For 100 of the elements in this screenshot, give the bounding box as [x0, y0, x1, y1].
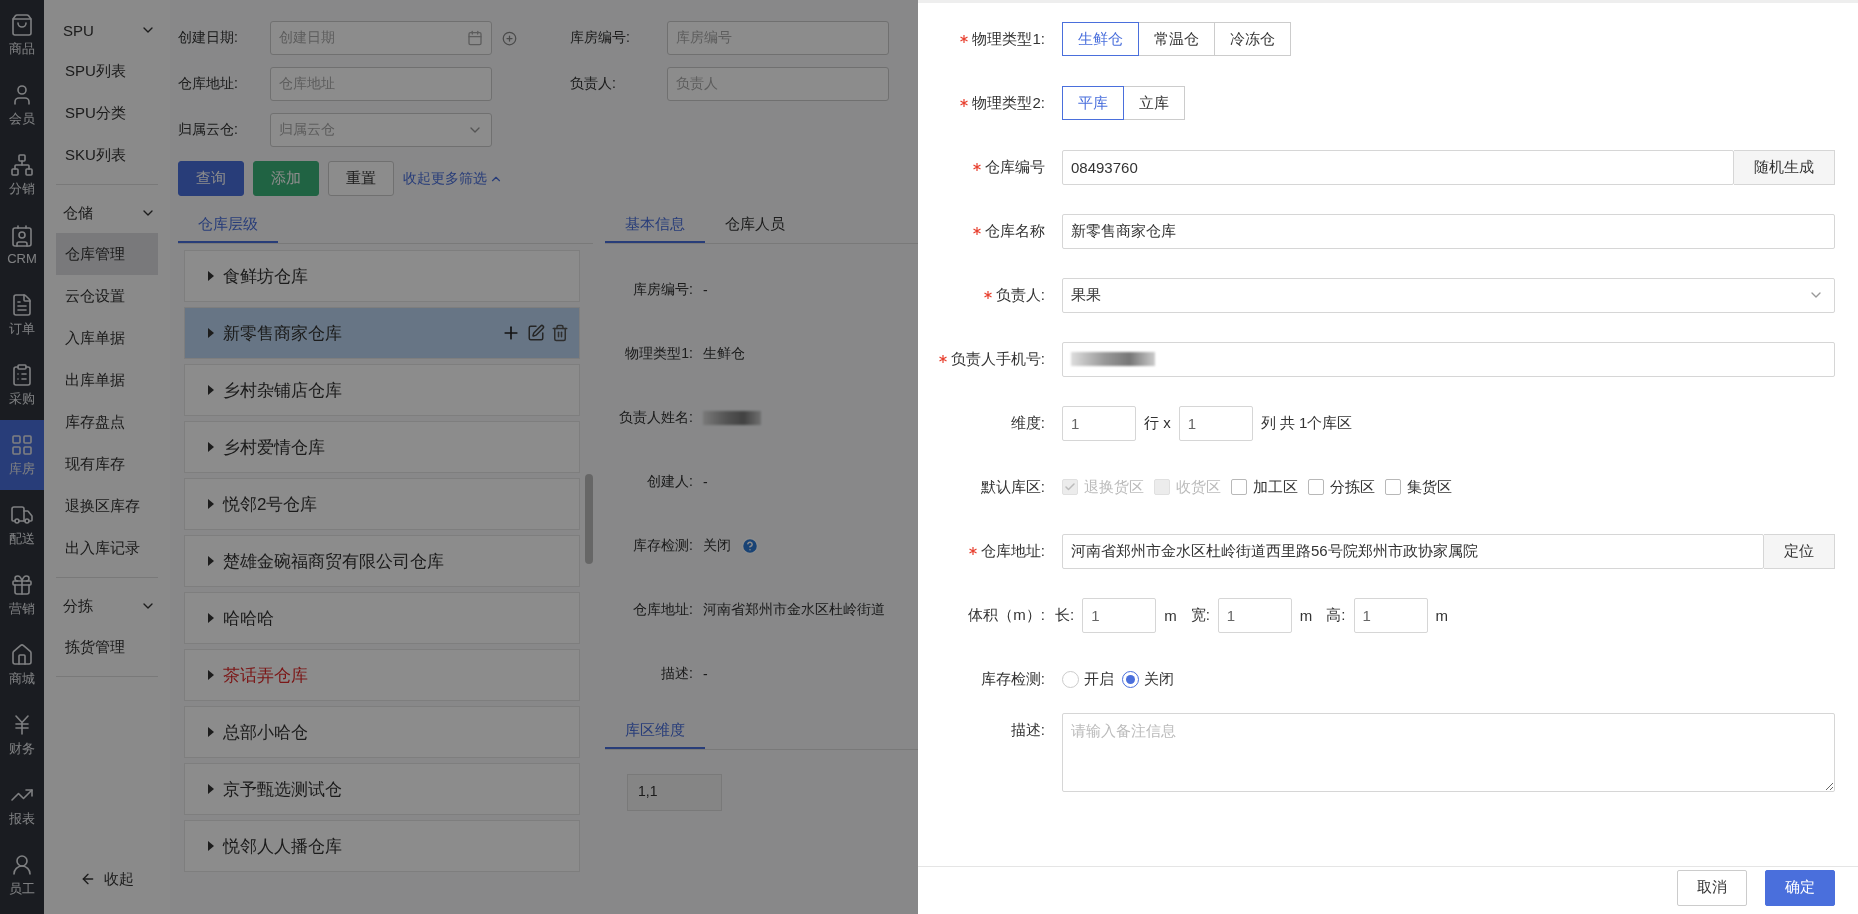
field-label: 描述:: [1010, 721, 1045, 740]
submenu-item[interactable]: 仓库管理: [56, 233, 158, 275]
confirm-button[interactable]: 确定: [1765, 869, 1835, 906]
submenu-item[interactable]: 现有库存: [56, 443, 158, 485]
text-input[interactable]: 河南省郑州市金水区杜岭街道西里路56号院郑州市政协家属院: [1062, 533, 1764, 569]
menu-group-title: SPU: [63, 21, 94, 39]
number-input[interactable]: 1: [1062, 405, 1136, 441]
text-input[interactable]: 08493760: [1062, 149, 1734, 185]
submenu-item[interactable]: 云仓设置: [56, 275, 158, 317]
field-label: 体积（m）:: [968, 605, 1045, 625]
tab[interactable]: 基本信息: [605, 208, 705, 243]
caret-right-icon: [207, 669, 215, 681]
cancel-button[interactable]: 取消: [1677, 869, 1747, 906]
submenu-item[interactable]: 退换区库存: [56, 485, 158, 527]
filter-button[interactable]: 查询: [178, 161, 244, 196]
segment-option[interactable]: 平库: [1062, 86, 1124, 120]
submenu-item[interactable]: SKU列表: [56, 134, 158, 176]
menu-group-header[interactable]: 分拣: [56, 586, 158, 626]
gift-icon: [10, 572, 34, 597]
toggle-filters-link[interactable]: 收起更多筛选: [403, 169, 503, 188]
checkbox[interactable]: [1231, 479, 1247, 495]
tab[interactable]: 仓库层级: [178, 208, 278, 243]
submenu-item[interactable]: SPU列表: [56, 50, 158, 92]
addon-button[interactable]: 随机生成: [1734, 149, 1835, 185]
nav-label: 订单: [9, 319, 35, 338]
tree-item[interactable]: 新零售商家仓库: [184, 307, 580, 359]
nav-rail-item[interactable]: CRM: [0, 210, 44, 280]
delete-icon[interactable]: [551, 324, 569, 342]
check-icon: [1064, 481, 1076, 493]
tree-item[interactable]: 悦邻人人播仓库: [184, 820, 580, 872]
clipboard-icon: [10, 362, 34, 387]
nav-rail-item[interactable]: 报表: [0, 770, 44, 840]
field-label: 仓库编号: [985, 157, 1045, 177]
tree-item-label: 食鲜坊仓库: [223, 267, 309, 285]
nav-rail-item[interactable]: 采购: [0, 350, 44, 420]
nav-rail-item[interactable]: 配送: [0, 490, 44, 560]
nav-label: 财务: [9, 739, 35, 758]
field-label: 物理类型1:: [972, 29, 1045, 49]
grid-icon: [10, 432, 34, 457]
tab[interactable]: 库区维度: [605, 714, 705, 749]
nav-rail-item[interactable]: 营销: [0, 560, 44, 630]
tree-item[interactable]: 茶话弄仓库: [184, 649, 580, 701]
collapse-button[interactable]: 收起: [44, 844, 170, 914]
edit-icon[interactable]: [527, 324, 545, 342]
nav-label: 营销: [9, 599, 35, 618]
checkbox-label: 收货区: [1176, 477, 1221, 497]
checkbox[interactable]: [1385, 479, 1401, 495]
field-label: 负责人:: [995, 285, 1045, 305]
help-icon[interactable]: [741, 537, 759, 555]
detail-value: 河南省郑州市金水区杜岭街道: [703, 601, 885, 619]
submenu-item[interactable]: 入库单据: [56, 317, 158, 359]
segment-option[interactable]: 生鲜仓: [1062, 22, 1139, 56]
circle-plus-icon[interactable]: [502, 30, 517, 46]
submenu-item[interactable]: 库存盘点: [56, 401, 158, 443]
checkbox[interactable]: [1308, 479, 1324, 495]
tree-item[interactable]: 乡村杂铺店仓库: [184, 364, 580, 416]
nav-rail-item[interactable]: 订单: [0, 280, 44, 350]
submenu-item[interactable]: 出库单据: [56, 359, 158, 401]
tree-item[interactable]: 总部小哈仓: [184, 706, 580, 758]
tab[interactable]: 仓库人员: [705, 208, 805, 243]
number-input[interactable]: 1: [1353, 597, 1428, 633]
nav-rail-item[interactable]: 分销: [0, 140, 44, 210]
filter-button[interactable]: 重置: [328, 161, 394, 196]
filter-label: 归属云仓:: [178, 121, 239, 139]
text-input[interactable]: 新零售商家仓库: [1062, 213, 1835, 249]
calendar-icon: [467, 30, 483, 46]
tree-item[interactable]: 京予甄选测试仓: [184, 763, 580, 815]
menu-group-header[interactable]: SPU: [56, 10, 158, 50]
description-textarea[interactable]: 请输入备注信息: [1062, 713, 1835, 792]
tree-item[interactable]: 食鲜坊仓库: [184, 250, 580, 302]
unit-text: m: [1164, 606, 1177, 624]
submenu-item[interactable]: SPU分类: [56, 92, 158, 134]
segment-option[interactable]: 冷冻仓: [1214, 22, 1291, 56]
number-input[interactable]: 1: [1217, 597, 1292, 633]
menu-group-header[interactable]: 仓储: [56, 193, 158, 233]
number-input[interactable]: 1: [1082, 597, 1157, 633]
field-label: 维度:: [1010, 413, 1045, 433]
nav-rail-item[interactable]: 商品: [0, 0, 44, 70]
nav-rail-item[interactable]: 库房: [0, 420, 44, 490]
checkbox-label: 加工区: [1253, 477, 1298, 497]
segment-option[interactable]: 立库: [1123, 86, 1185, 120]
submenu-item[interactable]: 拣货管理: [56, 626, 158, 668]
nav-rail-item[interactable]: 财务: [0, 700, 44, 770]
nav-rail-item[interactable]: 商城: [0, 630, 44, 700]
scrollbar-thumb[interactable]: [585, 474, 593, 564]
tree-item-label: 总部小哈仓: [223, 723, 309, 741]
nav-rail-item[interactable]: 会员: [0, 70, 44, 140]
addon-button[interactable]: 定位: [1764, 533, 1835, 569]
select-field[interactable]: 果果: [1062, 277, 1835, 313]
detail-value: -: [703, 666, 708, 682]
submenu-item[interactable]: 出入库记录: [56, 527, 158, 569]
tree-item[interactable]: 乡村爱情仓库: [184, 421, 580, 473]
nav-rail-item[interactable]: 员工: [0, 840, 44, 910]
tree-item[interactable]: 楚雄金碗福商贸有限公司仓库: [184, 535, 580, 587]
number-input[interactable]: 1: [1178, 405, 1253, 441]
text-input[interactable]: [1062, 341, 1835, 377]
tree-item[interactable]: 悦邻2号仓库: [184, 478, 580, 530]
tree-item[interactable]: 哈哈哈: [184, 592, 580, 644]
segment-option[interactable]: 常温仓: [1138, 22, 1215, 56]
nav-label: CRM: [7, 251, 37, 266]
